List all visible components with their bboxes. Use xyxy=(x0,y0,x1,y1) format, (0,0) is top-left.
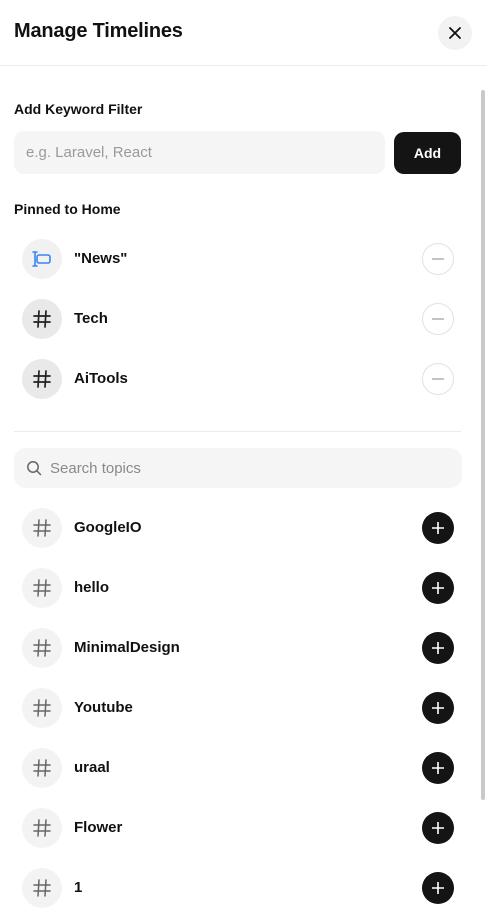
close-icon xyxy=(449,27,461,39)
pinned-item: "News" xyxy=(14,234,461,284)
divider xyxy=(14,431,461,432)
pin-topic-button[interactable] xyxy=(422,632,454,664)
hash-icon xyxy=(22,808,62,848)
pin-topic-button[interactable] xyxy=(422,812,454,844)
add-keyword-button[interactable]: Add xyxy=(394,132,461,174)
unpin-button[interactable] xyxy=(422,303,454,335)
plus-icon xyxy=(432,522,444,534)
hash-icon xyxy=(22,568,62,608)
unpin-button[interactable] xyxy=(422,243,454,275)
minus-icon xyxy=(432,318,444,320)
plus-icon xyxy=(432,582,444,594)
pinned-item: AiTools xyxy=(14,354,461,404)
unpin-button[interactable] xyxy=(422,363,454,395)
modal-header: Manage Timelines xyxy=(0,0,487,66)
minus-icon xyxy=(432,258,444,260)
plus-icon xyxy=(432,822,444,834)
hash-icon xyxy=(22,628,62,668)
minus-icon xyxy=(432,378,444,380)
keyword-input[interactable] xyxy=(14,131,385,174)
topic-item: hello xyxy=(14,563,461,613)
hash-icon xyxy=(22,359,62,399)
keyword-icon xyxy=(22,239,62,279)
search-input[interactable] xyxy=(50,448,450,488)
pinned-item-label: Tech xyxy=(74,310,108,327)
topic-label: uraal xyxy=(74,759,110,776)
pin-topic-button[interactable] xyxy=(422,692,454,724)
pin-topic-button[interactable] xyxy=(422,512,454,544)
hash-icon xyxy=(22,868,62,908)
plus-icon xyxy=(432,702,444,714)
topic-item: 1 xyxy=(14,863,461,913)
plus-icon xyxy=(432,762,444,774)
search-icon xyxy=(27,461,42,476)
topic-label: Youtube xyxy=(74,699,133,716)
topic-item: Flower xyxy=(14,803,461,853)
topic-label: 1 xyxy=(74,879,83,896)
scrollbar-thumb[interactable] xyxy=(481,90,485,800)
plus-icon xyxy=(432,642,444,654)
topic-item: Youtube xyxy=(14,683,461,733)
keyword-filter-label: Add Keyword Filter xyxy=(14,101,143,117)
topic-item: GoogleIO xyxy=(14,503,461,553)
pinned-item-label: "News" xyxy=(74,250,128,267)
hash-icon xyxy=(22,299,62,339)
pin-topic-button[interactable] xyxy=(422,572,454,604)
topic-item: uraal xyxy=(14,743,461,793)
pinned-item: Tech xyxy=(14,294,461,344)
pin-topic-button[interactable] xyxy=(422,872,454,904)
topic-label: Flower xyxy=(74,819,123,836)
hash-icon xyxy=(22,688,62,728)
pin-topic-button[interactable] xyxy=(422,752,454,784)
pinned-item-label: AiTools xyxy=(74,370,128,387)
topic-label: GoogleIO xyxy=(74,519,142,536)
hash-icon xyxy=(22,748,62,788)
plus-icon xyxy=(432,882,444,894)
search-box xyxy=(14,448,462,488)
topic-label: MinimalDesign xyxy=(74,639,180,656)
page-title: Manage Timelines xyxy=(14,20,183,42)
topic-label: hello xyxy=(74,579,110,596)
pinned-label: Pinned to Home xyxy=(14,201,121,217)
hash-icon xyxy=(22,508,62,548)
close-button[interactable] xyxy=(438,16,472,50)
topic-item: MinimalDesign xyxy=(14,623,461,673)
